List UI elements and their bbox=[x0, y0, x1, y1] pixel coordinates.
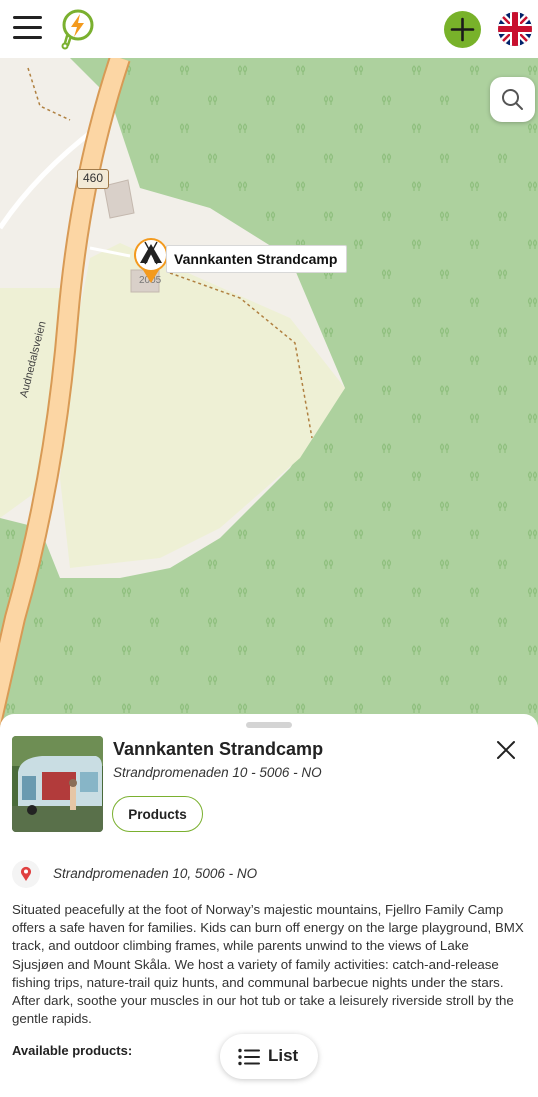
close-icon[interactable] bbox=[493, 737, 519, 763]
sheet-drag-handle[interactable] bbox=[246, 722, 292, 728]
plug-lightning-logo[interactable] bbox=[58, 8, 96, 50]
place-description: Situated peacefully at the foot of Norwa… bbox=[12, 902, 524, 1027]
available-products-label: Available products: bbox=[12, 1043, 133, 1058]
search-icon bbox=[502, 89, 523, 110]
place-subtitle-address: Strandpromenaden 10 - 5006 - NO bbox=[113, 765, 322, 780]
add-button[interactable] bbox=[444, 11, 481, 48]
list-icon bbox=[238, 1048, 260, 1066]
address-line: Strandpromenaden 10, 5006 - NO bbox=[53, 866, 258, 881]
list-button-label: List bbox=[268, 1046, 299, 1065]
uk-flag-icon[interactable] bbox=[498, 12, 532, 46]
map-search-button[interactable] bbox=[490, 77, 535, 122]
marker-label[interactable]: Vannkanten Strandcamp bbox=[166, 245, 348, 273]
plus-icon bbox=[450, 17, 475, 42]
hamburger-icon[interactable] bbox=[13, 15, 42, 41]
map-pin-icon bbox=[12, 860, 40, 888]
detail-sheet: Vannkanten Strandcamp Strandpromenaden 1… bbox=[0, 714, 538, 1097]
top-bar bbox=[0, 0, 538, 58]
tent-icon[interactable] bbox=[132, 236, 170, 284]
list-view-button[interactable]: List bbox=[220, 1034, 318, 1079]
map-tiles bbox=[0, 58, 538, 728]
map-view[interactable]: 460 Audnedalsveien 2005 Vannkanten Stran… bbox=[0, 58, 538, 728]
road-number-shield: 460 bbox=[77, 169, 109, 189]
place-title: Vannkanten Strandcamp bbox=[113, 739, 324, 759]
products-button[interactable]: Products bbox=[112, 796, 203, 832]
campsite-photo[interactable] bbox=[12, 736, 103, 832]
